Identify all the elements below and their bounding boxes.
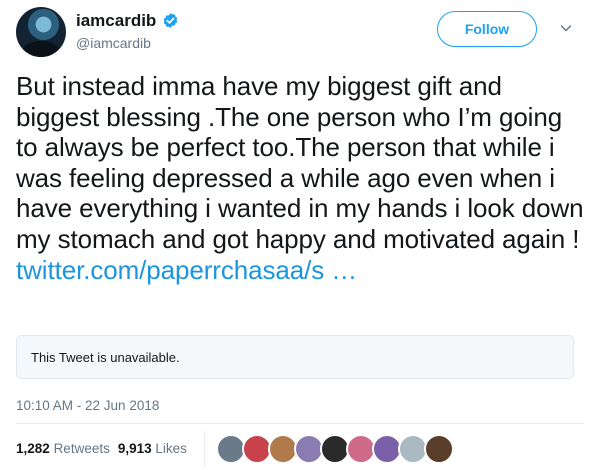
stats-divider <box>204 431 205 467</box>
verified-badge-icon <box>163 13 178 28</box>
tweet-link[interactable]: twitter.com/paperrchasaa/s … <box>16 255 586 286</box>
retweets-count: 1,282 <box>16 441 50 456</box>
liker-avatar[interactable] <box>424 434 454 464</box>
tweet-body: But instead imma have my biggest gift an… <box>16 71 584 254</box>
follow-button[interactable]: Follow <box>437 11 537 47</box>
author-display-name[interactable]: iamcardib <box>76 11 156 31</box>
author-handle[interactable]: @iamcardib <box>76 35 151 51</box>
tweet-text: But instead imma have my biggest gift an… <box>16 71 586 285</box>
retweets-label: Retweets <box>53 441 110 456</box>
tweet-unavailable-message: This Tweet is unavailable. <box>31 350 180 365</box>
divider <box>16 423 584 424</box>
likes-stat[interactable]: 9,913 Likes <box>118 441 187 456</box>
chevron-down-icon[interactable] <box>560 22 572 34</box>
retweets-stat[interactable]: 1,282 Retweets <box>16 441 110 456</box>
tweet-stats: 1,282 Retweets 9,913 Likes <box>16 441 187 457</box>
likes-label: Likes <box>155 441 187 456</box>
tweet-timestamp[interactable]: 10:10 AM - 22 Jun 2018 <box>16 398 159 414</box>
quoted-tweet-card: This Tweet is unavailable. <box>16 335 574 379</box>
author-avatar[interactable] <box>16 7 66 57</box>
likes-count: 9,913 <box>117 441 152 456</box>
